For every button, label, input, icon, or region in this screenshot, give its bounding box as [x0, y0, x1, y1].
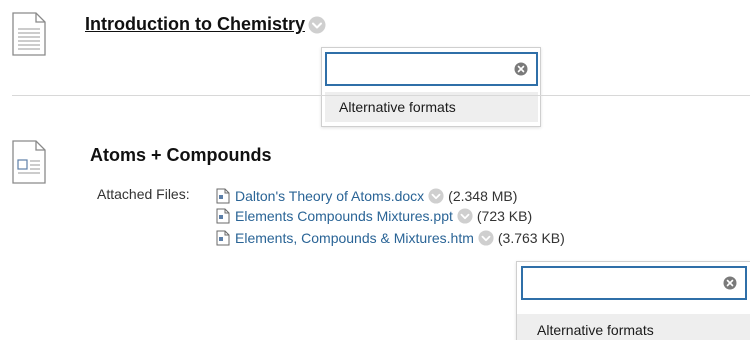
document-icon: [12, 12, 46, 56]
file-icon: [216, 188, 230, 204]
file-size: (2.348 MB): [448, 188, 518, 204]
content-page: Introduction to Chemistry Alternative fo…: [0, 0, 750, 340]
file-icon: [216, 230, 230, 246]
document-with-attachment-icon: [12, 140, 46, 184]
chevron-down-icon[interactable]: [478, 230, 494, 246]
menu-option-alternative-formats[interactable]: Alternative formats: [325, 92, 538, 122]
menu-search-field[interactable]: [521, 266, 747, 300]
attached-file-link[interactable]: Dalton's Theory of Atoms.docx: [235, 188, 424, 204]
attached-files-label: Attached Files:: [97, 186, 190, 202]
attached-file-link[interactable]: Elements, Compounds & Mixtures.htm: [235, 230, 474, 246]
attached-file-row: Dalton's Theory of Atoms.docx (2.348 MB): [216, 186, 517, 206]
file-icon: [216, 208, 230, 224]
chevron-down-icon[interactable]: [308, 16, 326, 34]
content-item-title-link[interactable]: Introduction to Chemistry: [85, 14, 305, 34]
chevron-down-icon[interactable]: [428, 188, 444, 204]
file-size: (3.763 KB): [497, 230, 565, 246]
clear-icon[interactable]: [514, 62, 528, 76]
menu-search-input[interactable]: [327, 54, 536, 84]
menu-search-field[interactable]: [325, 52, 538, 86]
item-options-menu: Alternative formats: [321, 47, 541, 127]
file-size: (723 KB): [476, 208, 533, 224]
menu-option-alternative-formats[interactable]: Alternative formats: [517, 314, 750, 340]
attached-file-link[interactable]: Elements Compounds Mixtures.ppt: [235, 208, 453, 224]
menu-search-input[interactable]: [523, 268, 745, 298]
clear-icon[interactable]: [723, 276, 737, 290]
content-item-title: Atoms + Compounds: [90, 145, 272, 165]
attached-file-row: Elements, Compounds & Mixtures.htm (3.76…: [216, 228, 565, 248]
item-divider: [12, 95, 750, 96]
chevron-down-icon[interactable]: [457, 208, 473, 224]
file-options-menu: Alternative formats: [516, 261, 750, 340]
content-item-title[interactable]: Introduction to Chemistry: [85, 14, 326, 35]
attached-file-row: Elements Compounds Mixtures.ppt (723 KB): [216, 206, 532, 226]
